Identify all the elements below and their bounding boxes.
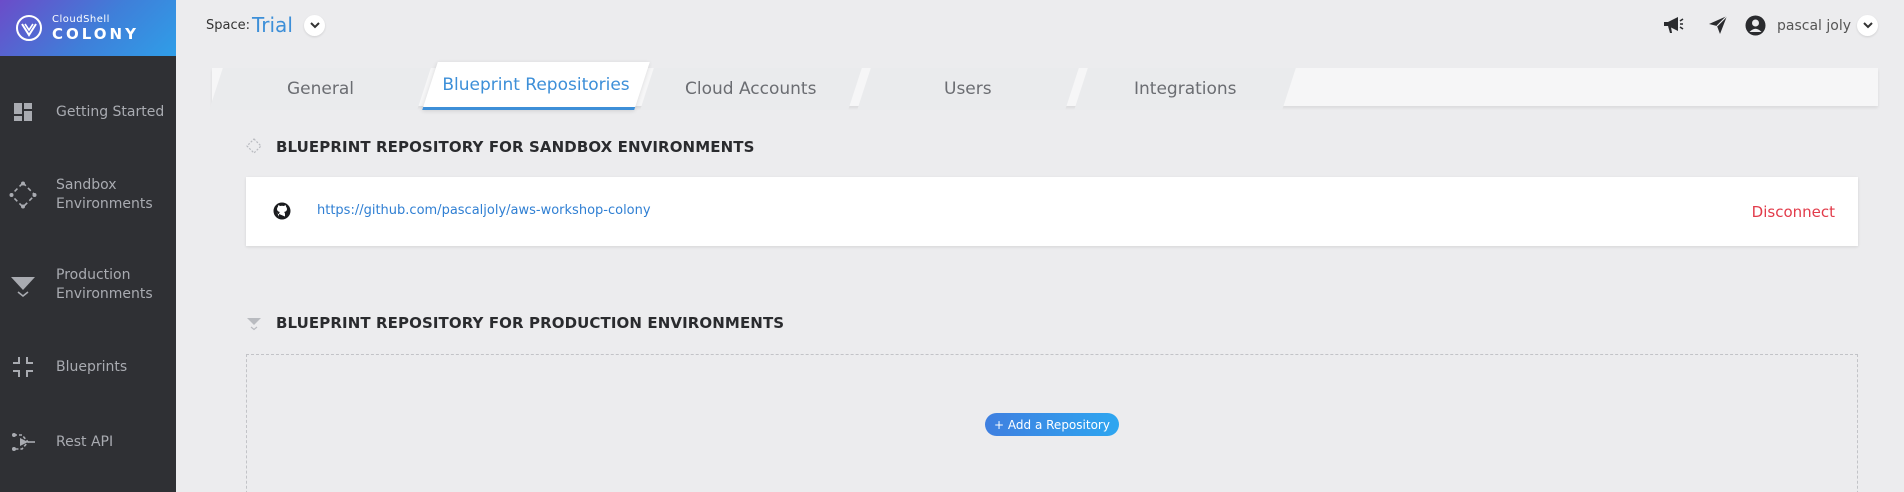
nav-item-blueprints[interactable]: Blueprints (0, 353, 176, 381)
brackets-icon (9, 353, 37, 381)
tab-label: Integrations (1133, 79, 1237, 99)
nav-label: Getting Started (56, 103, 165, 120)
production-section-icon (247, 318, 261, 331)
nav-item-production-environments[interactable]: Production Environments (0, 265, 176, 305)
nav-item-getting-started[interactable]: Getting Started (0, 98, 176, 126)
sandbox-repo-card: https://github.com/pascaljoly/aws-worksh… (246, 177, 1858, 246)
chevron-down-icon (309, 22, 320, 29)
repo-url-link[interactable]: https://github.com/pascaljoly/aws-worksh… (317, 203, 651, 218)
nav-item-sandbox-environments[interactable]: Sandbox Environments (0, 175, 176, 215)
user-name[interactable]: pascal joly (1777, 18, 1851, 34)
user-avatar[interactable] (1744, 14, 1766, 36)
logo-text-small: CloudShell (52, 13, 110, 25)
tab-blueprint-repositories[interactable]: Blueprint Repositories (422, 62, 650, 110)
nav-label: Rest API (56, 433, 114, 450)
sandbox-section-title: BLUEPRINT REPOSITORY FOR SANDBOX ENVIRON… (276, 138, 755, 156)
paper-plane-icon (1709, 15, 1728, 34)
space-dropdown-button[interactable] (304, 15, 325, 36)
space-label: Space: (206, 18, 250, 33)
announcements-button[interactable] (1662, 14, 1684, 36)
user-menu-button[interactable] (1857, 15, 1878, 36)
tab-general[interactable]: General (209, 68, 431, 110)
tab-users[interactable]: Users (857, 68, 1079, 110)
user-circle-icon (1745, 15, 1765, 35)
funnel-icon (9, 271, 37, 299)
megaphone-icon (1664, 17, 1684, 33)
add-repository-button[interactable]: + Add a Repository (985, 413, 1119, 436)
tab-label: Users (944, 79, 992, 99)
space-selector-value[interactable]: Trial (252, 13, 293, 37)
api-icon (9, 428, 37, 456)
diamond-dots-icon (9, 181, 37, 209)
tab-label: Cloud Accounts (685, 79, 817, 99)
nav-item-rest-api[interactable]: Rest API (0, 428, 176, 456)
tab-cloud-accounts[interactable]: Cloud Accounts (640, 68, 862, 110)
nav-label: Production Environments (56, 267, 153, 302)
disconnect-button[interactable]: Disconnect (1752, 203, 1835, 221)
chevron-down-icon (1862, 22, 1873, 29)
colony-logo-icon (16, 15, 42, 41)
tab-label: General (286, 79, 354, 99)
tab-label: Blueprint Repositories (442, 74, 631, 95)
tab-integrations[interactable]: Integrations (1074, 68, 1296, 110)
nav-label: Blueprints (56, 358, 128, 375)
send-feedback-button[interactable] (1707, 14, 1729, 36)
logo-text-big: COLONY (52, 24, 139, 43)
sandbox-section-icon (246, 138, 262, 154)
sidebar: CloudShell COLONY Getting Started Sandbo… (0, 0, 176, 492)
github-icon (273, 202, 291, 220)
dashboard-icon (9, 98, 37, 126)
production-section-title: BLUEPRINT REPOSITORY FOR PRODUCTION ENVI… (276, 314, 785, 332)
nav-label: Sandbox Environments (56, 177, 153, 212)
app-logo[interactable]: CloudShell COLONY (0, 0, 176, 56)
